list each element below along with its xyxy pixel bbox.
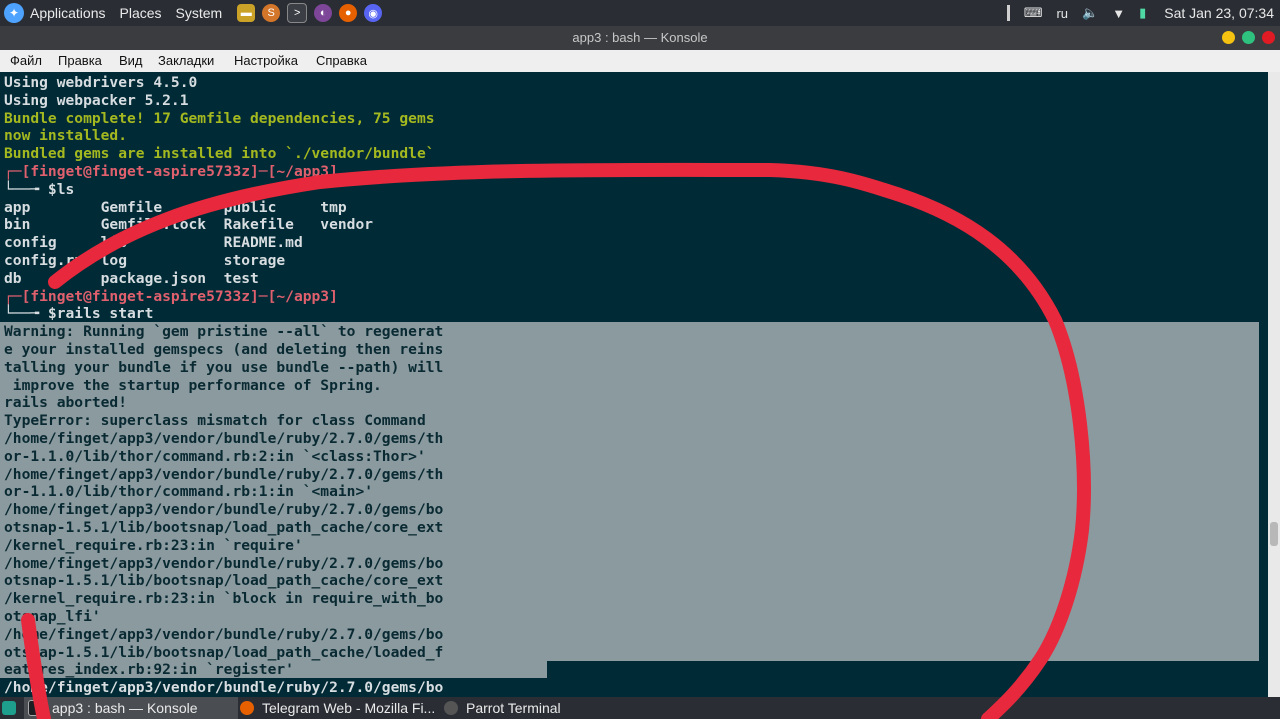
- top-panel: ✦ Applications Places System ▬ S > ◐ ● ◉…: [0, 0, 1280, 26]
- terminal-line: otsnap-1.5.1/lib/bootsnap/load_path_cach…: [4, 519, 444, 536]
- taskbar: app3 : bash — Konsole Telegram Web - Moz…: [0, 697, 1280, 719]
- menu-view[interactable]: Вид: [119, 53, 143, 68]
- terminal-line: config.ru log storage: [4, 252, 286, 269]
- terminal-scrollbar[interactable]: [1268, 72, 1280, 697]
- task-konsole-label: app3 : bash — Konsole: [52, 700, 198, 716]
- terminal-line: or-1.1.0/lib/thor/command.rb:2:in `<clas…: [4, 447, 426, 465]
- terminal-launcher-icon[interactable]: >: [287, 3, 308, 23]
- terminal-line: ┌─[finget@finget-aspire5733z]─[~/app3]: [4, 163, 338, 180]
- files-launcher-icon[interactable]: ▬: [237, 4, 256, 22]
- parrot-logo-icon[interactable]: ✦: [4, 3, 24, 23]
- menu-bookmarks[interactable]: Закладки: [158, 53, 214, 68]
- close-button[interactable]: [1262, 31, 1275, 44]
- terminal-line: /home/finget/app3/vendor/bundle/ruby/2.7…: [4, 554, 444, 572]
- terminal-line: Using webdrivers 4.5.0: [4, 74, 198, 91]
- terminal-line: e your installed gemspecs (and deleting …: [4, 341, 444, 358]
- terminal-line: └──╼ $rails start: [4, 305, 154, 323]
- terminal-line: talling your bundle if you use bundle --…: [4, 358, 444, 376]
- tor-browser-launcher-icon[interactable]: ◐: [314, 4, 333, 22]
- terminal-line: config lib README.md: [4, 234, 303, 252]
- task-parrot-label: Parrot Terminal: [466, 700, 561, 716]
- terminal-line: ┌─[finget@finget-aspire5733z]─[~/app3]: [4, 287, 338, 305]
- terminal-line: rails aborted!: [4, 394, 128, 412]
- terminal-line: /kernel_require.rb:23:in `require': [4, 536, 303, 554]
- terminal-line: /home/finget/app3/vendor/bundle/ruby/2.7…: [4, 625, 444, 643]
- show-desktop-icon: [2, 701, 16, 715]
- firefox-icon: [240, 701, 254, 715]
- battery-icon[interactable]: ▮: [1139, 5, 1146, 21]
- window-titlebar[interactable]: app3 : bash — Konsole: [0, 26, 1280, 50]
- keyboard-layout-indicator[interactable]: ru: [1056, 6, 1068, 21]
- terminal-line: app Gemfile public tmp: [4, 198, 347, 216]
- task-telegram-firefox[interactable]: Telegram Web - Mozilla Fi...: [240, 697, 440, 719]
- terminal-line: eatures_index.rb:92:in `register': [4, 661, 294, 679]
- menu-system[interactable]: System: [176, 5, 231, 21]
- minimize-button[interactable]: [1222, 31, 1235, 44]
- terminal-line: otsnap-1.5.1/lib/bootsnap/load_path_cach…: [4, 572, 444, 590]
- menu-edit[interactable]: Правка: [58, 53, 102, 68]
- menu-applications[interactable]: Applications: [30, 5, 114, 21]
- terminal-line: otsnap_lfi': [4, 608, 101, 625]
- menu-places[interactable]: Places: [120, 5, 170, 21]
- tray-grip-icon: [1006, 5, 1010, 21]
- keyboard-icon[interactable]: ⌨: [1024, 5, 1043, 21]
- task-telegram-label: Telegram Web - Mozilla Fi...: [262, 700, 436, 716]
- parrot-terminal-icon: [444, 701, 458, 715]
- terminal-line: Bundle complete! 17 Gemfile dependencies…: [4, 109, 435, 127]
- menu-file[interactable]: Файл: [10, 53, 42, 68]
- terminal-line: bin Gemfile.lock Rakefile vendor: [4, 216, 374, 234]
- terminal-line: /kernel_require.rb:23:in `block in requi…: [4, 590, 444, 608]
- menubar: Файл Правка Вид Закладки Настройка Справ…: [0, 50, 1280, 73]
- clock[interactable]: Sat Jan 23, 07:34: [1164, 5, 1274, 21]
- menu-help[interactable]: Справка: [316, 53, 367, 68]
- terminal-line: Warning: Running `gem pristine --all` to…: [4, 323, 444, 341]
- terminal-output[interactable]: Using webdrivers 4.5.0 Using webpacker 5.…: [0, 72, 1268, 697]
- terminal-line: db package.json test: [4, 269, 259, 287]
- terminal-line: or-1.1.0/lib/thor/command.rb:1:in `<main…: [4, 483, 374, 501]
- terminal-line: now installed.: [4, 127, 128, 145]
- terminal-line: TypeError: superclass mismatch for class…: [4, 412, 426, 430]
- terminal-line: /home/finget/app3/vendor/bundle/ruby/2.7…: [4, 679, 444, 697]
- terminal-line: /home/finget/app3/vendor/bundle/ruby/2.7…: [4, 430, 444, 447]
- terminal-line: /home/finget/app3/vendor/bundle/ruby/2.7…: [4, 501, 444, 519]
- terminal-line: /home/finget/app3/vendor/bundle/ruby/2.7…: [4, 465, 444, 483]
- sublime-launcher-icon[interactable]: S: [262, 4, 281, 22]
- volume-icon[interactable]: 🔈: [1082, 5, 1098, 21]
- task-parrot-terminal[interactable]: Parrot Terminal: [444, 697, 604, 719]
- wifi-icon[interactable]: ▼: [1112, 6, 1125, 21]
- terminal-line: └──╼ $ls: [4, 180, 75, 198]
- window-title: app3 : bash — Konsole: [572, 30, 708, 45]
- maximize-button[interactable]: [1242, 31, 1255, 44]
- konsole-icon: [28, 700, 44, 716]
- scrollbar-thumb[interactable]: [1270, 522, 1278, 546]
- firefox-launcher-icon[interactable]: ●: [339, 4, 358, 22]
- terminal-line: Bundled gems are installed into `./vendo…: [4, 145, 435, 163]
- show-desktop-button[interactable]: [0, 697, 20, 719]
- discord-launcher-icon[interactable]: ◉: [364, 4, 383, 22]
- terminal-line: Using webpacker 5.2.1: [4, 91, 189, 109]
- terminal-line: improve the startup performance of Sprin…: [4, 376, 382, 394]
- menu-settings[interactable]: Настройка: [234, 53, 298, 68]
- terminal-line: otsnap-1.5.1/lib/bootsnap/load_path_cach…: [4, 643, 444, 661]
- task-konsole[interactable]: app3 : bash — Konsole: [24, 697, 238, 719]
